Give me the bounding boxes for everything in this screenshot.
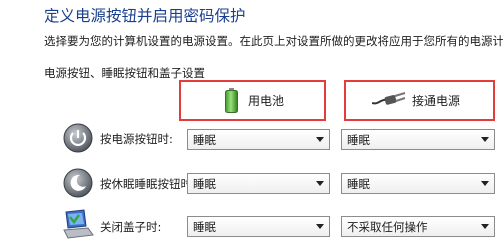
chevron-down-icon <box>481 137 489 142</box>
laptop-lid-icon <box>63 209 94 239</box>
chevron-down-icon <box>316 181 324 186</box>
page-title: 定义电源按钮并启用密码保护 <box>44 7 246 25</box>
battery-icon <box>225 87 238 113</box>
power-button-row-label: 按电源按钮时: <box>100 132 173 146</box>
page-description: 选择要为您的计算机设置的电源设置。在此页上对设置所做的更改将应用于您所有的电源计 <box>44 34 503 48</box>
plugged-in-column-header: 接通电源 <box>372 86 460 114</box>
power-button-battery-select[interactable]: 睡眠 <box>187 129 330 150</box>
chevron-down-icon <box>481 224 489 229</box>
close-lid-row-label: 关闭盖子时: <box>100 220 162 234</box>
chevron-down-icon <box>481 181 489 186</box>
battery-column-label: 用电池 <box>248 93 285 108</box>
plugged-in-column-label: 接通电源 <box>412 93 461 108</box>
sleep-button-row-label: 按休眠睡眠按钮时: <box>100 177 196 191</box>
power-button-icon <box>63 123 93 153</box>
close-lid-battery-select[interactable]: 睡眠 <box>187 216 330 237</box>
sleep-button-plugged-in-select[interactable]: 睡眠 <box>341 173 495 194</box>
sleep-button-icon <box>63 168 93 198</box>
chevron-down-icon <box>316 224 324 229</box>
power-button-plugged-in-select[interactable]: 睡眠 <box>341 129 495 150</box>
chevron-down-icon <box>316 137 324 142</box>
section-label: 电源按钮、睡眠按钮和盖子设置 <box>44 66 205 80</box>
sleep-button-battery-select[interactable]: 睡眠 <box>187 173 330 194</box>
close-lid-plugged-in-select[interactable]: 不采取任何操作 <box>341 216 495 237</box>
battery-column-header: 用电池 <box>225 86 284 114</box>
power-plug-icon <box>372 92 406 105</box>
